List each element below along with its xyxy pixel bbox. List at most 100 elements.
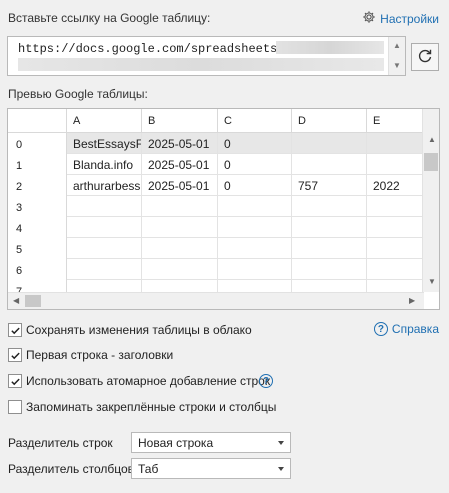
table-row[interactable]: 2 arthurarbess 2025-05-01 0 757 2022 bbox=[8, 175, 424, 196]
row-number: 6 bbox=[8, 259, 67, 280]
url-redacted-line bbox=[18, 58, 384, 71]
table-cell[interactable]: 0 bbox=[218, 133, 292, 154]
table-cell[interactable]: 0 bbox=[218, 175, 292, 196]
table-cell[interactable] bbox=[367, 238, 424, 259]
check-icon bbox=[10, 352, 20, 359]
first-row-headers-label: Первая строка - заголовки bbox=[26, 348, 174, 362]
table-cell[interactable] bbox=[367, 133, 424, 154]
preview-grid[interactable]: A B C D E 0 BestEssaysF 2025-05-01 0 1 B… bbox=[7, 108, 440, 310]
corner-cell bbox=[8, 109, 67, 133]
remember-frozen-checkbox[interactable]: Запоминать закреплённые строки и столбцы bbox=[8, 400, 276, 414]
column-separator-select[interactable]: Таб bbox=[131, 458, 291, 479]
url-scrollbar[interactable]: ▲ ▼ bbox=[388, 37, 405, 75]
table-row[interactable]: 6 bbox=[8, 259, 424, 280]
row-number: 2 bbox=[8, 175, 67, 196]
table-cell[interactable]: arthurarbess bbox=[67, 175, 142, 196]
url-redacted bbox=[276, 41, 384, 54]
column-header[interactable]: D bbox=[292, 109, 367, 133]
scroll-right-icon[interactable]: ▶ bbox=[409, 296, 415, 305]
column-header[interactable]: E bbox=[367, 109, 424, 133]
table-cell[interactable] bbox=[292, 259, 367, 280]
table-cell[interactable] bbox=[292, 217, 367, 238]
table-row[interactable]: 4 bbox=[8, 217, 424, 238]
url-input[interactable]: https://docs.google.com/spreadsheets. ▲ … bbox=[7, 36, 406, 76]
table-cell[interactable] bbox=[292, 238, 367, 259]
table-cell[interactable] bbox=[218, 259, 292, 280]
gear-icon bbox=[362, 10, 376, 27]
check-icon bbox=[10, 327, 20, 334]
grid-rows: 0 BestEssaysF 2025-05-01 0 1 Blanda.info… bbox=[8, 133, 424, 301]
scroll-up-icon[interactable]: ▲ bbox=[393, 41, 401, 50]
table-cell[interactable]: 2025-05-01 bbox=[142, 133, 218, 154]
help-icon: ? bbox=[259, 374, 273, 388]
refresh-icon bbox=[417, 48, 433, 67]
remember-frozen-label: Запоминать закреплённые строки и столбцы bbox=[26, 400, 277, 414]
scroll-down-icon[interactable]: ▼ bbox=[428, 277, 436, 286]
table-cell[interactable] bbox=[142, 238, 218, 259]
table-cell[interactable] bbox=[367, 217, 424, 238]
table-cell[interactable] bbox=[218, 196, 292, 217]
scroll-left-icon[interactable]: ◀ bbox=[13, 296, 19, 305]
scroll-down-icon[interactable]: ▼ bbox=[393, 61, 401, 70]
row-separator-select[interactable]: Новая строка bbox=[131, 432, 291, 453]
column-header[interactable]: C bbox=[218, 109, 292, 133]
table-cell[interactable] bbox=[367, 259, 424, 280]
table-cell[interactable] bbox=[367, 154, 424, 175]
table-cell[interactable] bbox=[292, 154, 367, 175]
row-number: 4 bbox=[8, 217, 67, 238]
grid-header: A B C D E bbox=[8, 109, 424, 133]
first-row-headers-checkbox[interactable]: Первая строка - заголовки bbox=[8, 348, 173, 362]
row-number: 1 bbox=[8, 154, 67, 175]
table-row[interactable]: 5 bbox=[8, 238, 424, 259]
settings-link[interactable]: Настройки bbox=[362, 10, 439, 27]
column-separator-value: Таб bbox=[138, 462, 159, 476]
table-cell[interactable]: 757 bbox=[292, 175, 367, 196]
table-row[interactable]: 1 Blanda.info 2025-05-01 0 bbox=[8, 154, 424, 175]
row-separator-label: Разделитель строк bbox=[8, 436, 113, 450]
checkbox[interactable] bbox=[8, 374, 22, 388]
table-cell[interactable] bbox=[142, 217, 218, 238]
table-cell[interactable]: 2022 bbox=[367, 175, 424, 196]
refresh-button[interactable] bbox=[411, 43, 439, 71]
table-cell[interactable] bbox=[367, 196, 424, 217]
table-cell[interactable] bbox=[218, 238, 292, 259]
table-cell[interactable] bbox=[292, 133, 367, 154]
table-cell[interactable] bbox=[67, 196, 142, 217]
table-cell[interactable]: Blanda.info bbox=[67, 154, 142, 175]
row-number: 3 bbox=[8, 196, 67, 217]
table-cell[interactable]: 2025-05-01 bbox=[142, 154, 218, 175]
chevron-down-icon bbox=[278, 441, 284, 445]
scroll-thumb[interactable] bbox=[424, 153, 438, 171]
atomic-add-checkbox[interactable]: Использовать атомарное добавление строк bbox=[8, 374, 270, 388]
row-number: 0 bbox=[8, 133, 67, 154]
scroll-thumb[interactable] bbox=[25, 295, 41, 307]
help-label: Справка bbox=[391, 322, 439, 336]
save-cloud-checkbox[interactable]: Сохранять изменения таблицы в облако bbox=[8, 323, 252, 337]
table-cell[interactable] bbox=[142, 196, 218, 217]
table-cell[interactable]: 0 bbox=[218, 154, 292, 175]
table-cell[interactable]: 2025-05-01 bbox=[142, 175, 218, 196]
atomic-help-button[interactable]: ? bbox=[259, 374, 273, 388]
table-cell[interactable] bbox=[142, 259, 218, 280]
settings-label: Настройки bbox=[380, 11, 439, 26]
table-cell[interactable] bbox=[67, 217, 142, 238]
table-cell[interactable] bbox=[67, 259, 142, 280]
grid-horizontal-scrollbar[interactable]: ◀ ▶ bbox=[8, 292, 424, 309]
column-header[interactable]: A bbox=[67, 109, 142, 133]
checkbox[interactable] bbox=[8, 323, 22, 337]
table-cell[interactable] bbox=[218, 217, 292, 238]
grid-vertical-scrollbar[interactable]: ▲ ▼ bbox=[422, 109, 439, 292]
help-link[interactable]: ? Справка bbox=[373, 322, 439, 336]
help-icon: ? bbox=[373, 322, 388, 336]
column-header[interactable]: B bbox=[142, 109, 218, 133]
table-cell[interactable] bbox=[67, 238, 142, 259]
checkbox[interactable] bbox=[8, 400, 22, 414]
atomic-add-label: Использовать атомарное добавление строк bbox=[26, 374, 271, 388]
table-row[interactable]: 0 BestEssaysF 2025-05-01 0 bbox=[8, 133, 424, 154]
table-cell[interactable]: BestEssaysF bbox=[67, 133, 142, 154]
checkbox[interactable] bbox=[8, 348, 22, 362]
url-value: https://docs.google.com/spreadsheets. bbox=[18, 42, 285, 56]
scroll-up-icon[interactable]: ▲ bbox=[428, 135, 436, 144]
table-row[interactable]: 3 bbox=[8, 196, 424, 217]
table-cell[interactable] bbox=[292, 196, 367, 217]
